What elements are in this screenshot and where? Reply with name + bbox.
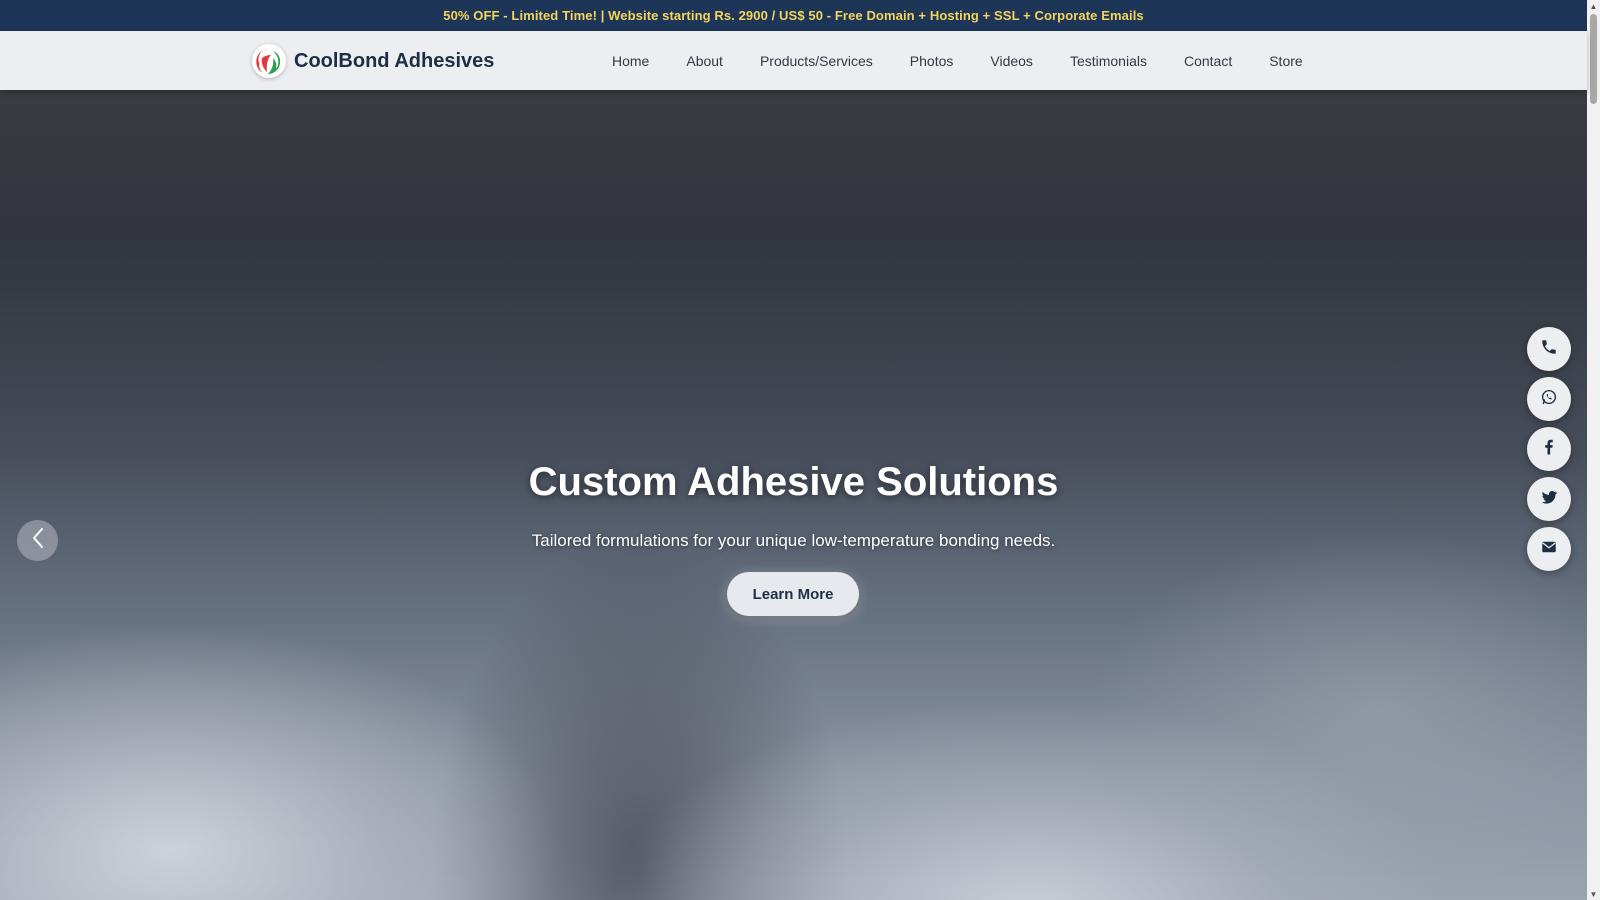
scrollbar-thumb[interactable] xyxy=(1590,14,1597,104)
scroll-down-icon[interactable]: ▼ xyxy=(1587,888,1600,900)
hero-slider: Custom Adhesive Solutions Tailored formu… xyxy=(0,90,1587,900)
twitter-icon xyxy=(1540,488,1558,511)
main-nav: Home About Products/Services Photos Vide… xyxy=(612,31,1340,90)
phone-icon xyxy=(1540,338,1558,361)
nav-products-services[interactable]: Products/Services xyxy=(760,53,873,69)
mail-icon xyxy=(1540,538,1558,561)
phone-button[interactable] xyxy=(1527,327,1571,371)
chevron-left-icon xyxy=(30,527,46,554)
brand-name: CoolBond Adhesives xyxy=(294,49,495,72)
facebook-button[interactable] xyxy=(1527,427,1571,471)
whatsapp-button[interactable] xyxy=(1527,377,1571,421)
email-button[interactable] xyxy=(1527,527,1571,571)
nav-photos[interactable]: Photos xyxy=(910,53,954,69)
page-scrollbar[interactable]: ▲ ▼ xyxy=(1587,0,1600,900)
slider-prev-button[interactable] xyxy=(17,520,58,561)
promo-banner: 50% OFF - Limited Time! | Website starti… xyxy=(0,0,1587,31)
nav-home[interactable]: Home xyxy=(612,53,649,69)
hero-slide: Custom Adhesive Solutions Tailored formu… xyxy=(0,90,1587,900)
promo-text: 50% OFF - Limited Time! | Website starti… xyxy=(443,8,1144,23)
scroll-up-icon[interactable]: ▲ xyxy=(1587,0,1600,12)
nav-about[interactable]: About xyxy=(686,53,723,69)
twitter-button[interactable] xyxy=(1527,477,1571,521)
hero-subtitle: Tailored formulations for your unique lo… xyxy=(531,531,1056,550)
nav-videos[interactable]: Videos xyxy=(990,53,1033,69)
whatsapp-icon xyxy=(1540,388,1558,411)
hero-title: Custom Adhesive Solutions xyxy=(528,460,1059,504)
brand-link[interactable]: CoolBond Adhesives xyxy=(252,42,494,80)
nav-testimonials[interactable]: Testimonials xyxy=(1070,53,1147,69)
floating-contact-rail xyxy=(1527,327,1571,577)
learn-more-button[interactable]: Learn More xyxy=(727,572,859,616)
facebook-icon xyxy=(1540,438,1558,461)
site-header: CoolBond Adhesives Home About Products/S… xyxy=(0,31,1587,90)
nav-store[interactable]: Store xyxy=(1269,53,1302,69)
brand-logo-icon xyxy=(252,44,286,78)
nav-contact[interactable]: Contact xyxy=(1184,53,1232,69)
